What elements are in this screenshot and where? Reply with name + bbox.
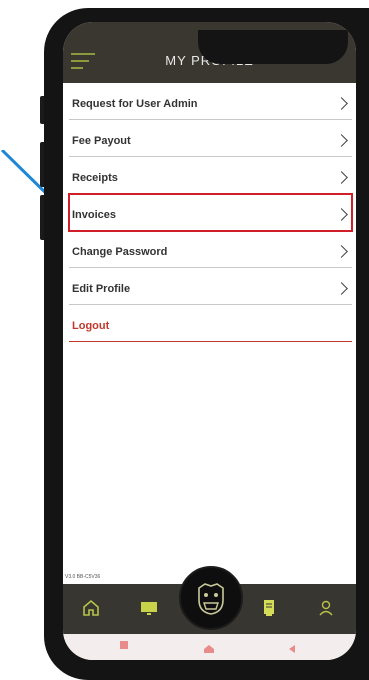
phone-notch xyxy=(198,30,348,64)
chevron-right-icon xyxy=(335,245,348,258)
phone-screen: MY PROFILE Request for User Admin Fee Pa… xyxy=(63,22,356,660)
menu-item-label: Request for User Admin xyxy=(72,98,198,110)
chevron-right-icon xyxy=(335,171,348,184)
menu-item-edit-profile[interactable]: Edit Profile xyxy=(69,268,352,305)
menu-item-label: Invoices xyxy=(72,209,117,221)
menu-item-receipts[interactable]: Receipts xyxy=(69,157,352,194)
menu-item-invoices[interactable]: Invoices xyxy=(68,193,353,232)
chevron-right-icon xyxy=(335,282,348,295)
receipt-icon[interactable] xyxy=(259,598,279,618)
chevron-right-icon xyxy=(335,97,348,110)
chevron-right-icon xyxy=(335,208,348,221)
back-icon[interactable] xyxy=(288,641,296,659)
logout-button[interactable]: Logout xyxy=(69,305,352,342)
version-label: V3.0 BB-C5V36 xyxy=(65,574,101,580)
profile-menu: Request for User Admin Fee Payout Receip… xyxy=(63,83,356,342)
bulldog-logo-icon[interactable] xyxy=(179,566,243,630)
home-icon[interactable] xyxy=(203,641,215,659)
user-icon[interactable] xyxy=(316,598,336,618)
menu-item-label: Edit Profile xyxy=(72,283,131,295)
menu-item-fee-payout[interactable]: Fee Payout xyxy=(69,120,352,157)
square-icon[interactable] xyxy=(120,641,128,649)
menu-item-label: Receipts xyxy=(72,172,118,184)
menu-item-label: Change Password xyxy=(72,246,168,258)
chevron-right-icon xyxy=(335,134,348,147)
menu-item-change-password[interactable]: Change Password xyxy=(69,231,352,268)
menu-item-label: Fee Payout xyxy=(72,135,131,147)
menu-item-label: Logout xyxy=(72,320,110,332)
menu-item-request-user-admin[interactable]: Request for User Admin xyxy=(69,83,352,120)
monitor-icon[interactable] xyxy=(139,598,159,618)
home-icon[interactable] xyxy=(81,598,101,618)
system-nav xyxy=(63,634,356,660)
